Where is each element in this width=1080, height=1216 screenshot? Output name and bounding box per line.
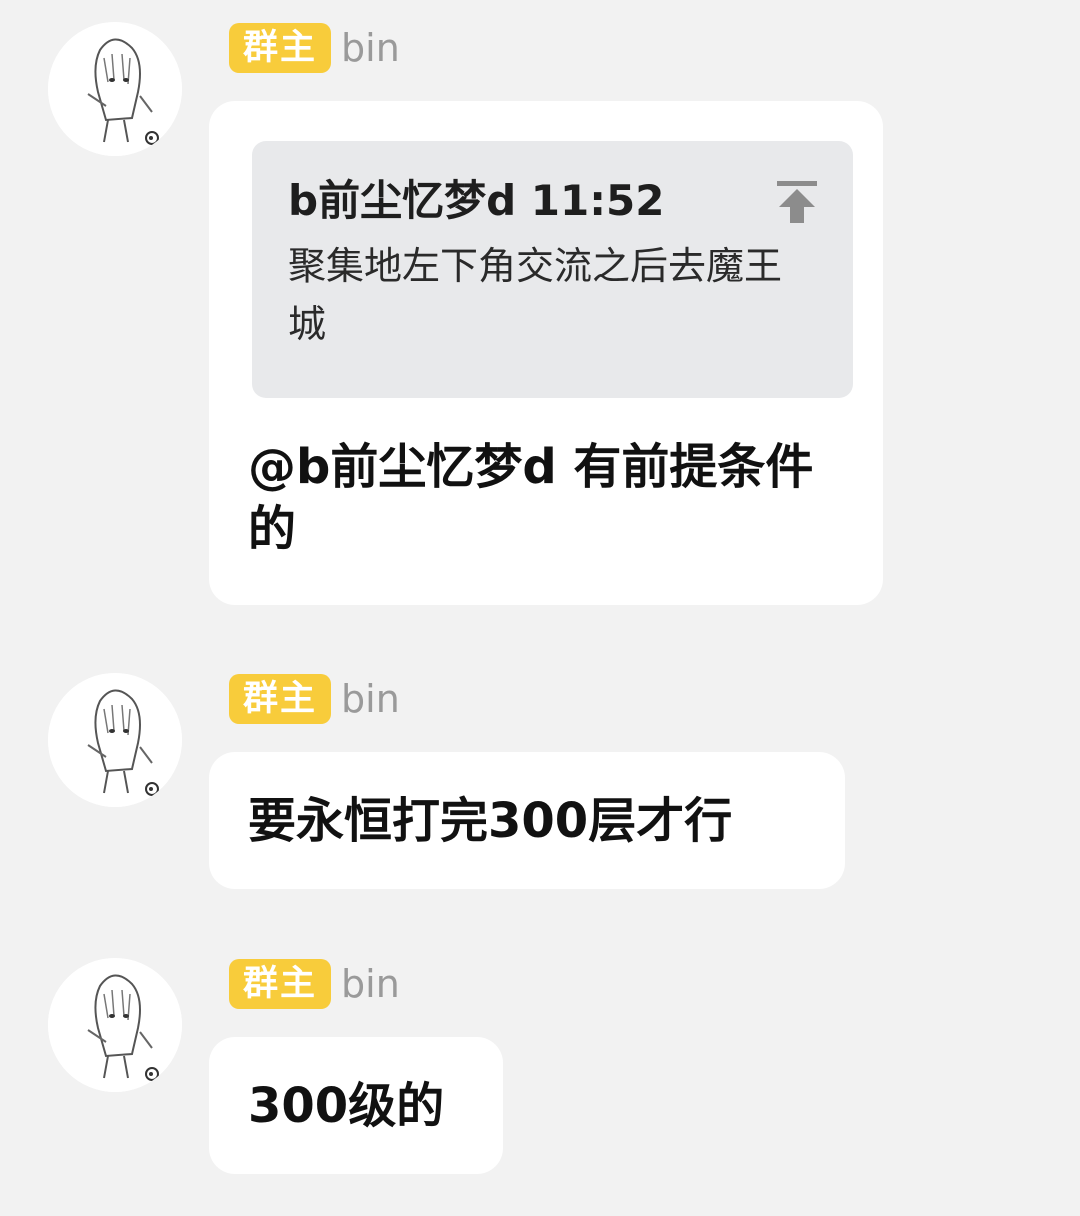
quote-time: 11:52 [530, 176, 665, 225]
avatar[interactable] [48, 22, 182, 156]
role-badge: 群主 [229, 959, 332, 1009]
message-text: 要永恒打完300层才行 [248, 793, 733, 849]
role-badge: 群主 [229, 23, 332, 73]
sender-row: 群主 bin [229, 958, 400, 1010]
message-bubble[interactable]: 300级的 [209, 1037, 503, 1174]
message-bubble[interactable]: b前尘忆梦d 11:52 聚集地左下角交流之后去魔王城 @b前尘忆梦d 有前提条… [209, 101, 883, 605]
jump-to-top-icon[interactable] [775, 179, 819, 225]
sender-row: 群主 bin [229, 673, 400, 725]
anime-girl-avatar-icon [48, 958, 182, 1092]
sender-name[interactable]: bin [341, 677, 400, 721]
quote-author: b前尘忆梦d [288, 176, 517, 225]
quoted-message[interactable]: b前尘忆梦d 11:52 聚集地左下角交流之后去魔王城 [252, 141, 853, 398]
sender-name[interactable]: bin [341, 26, 400, 70]
anime-girl-avatar-icon [48, 22, 182, 156]
anime-girl-avatar-icon [48, 673, 182, 807]
avatar[interactable] [48, 958, 182, 1092]
message-text: 300级的 [248, 1078, 445, 1134]
message-bubble[interactable]: 要永恒打完300层才行 [209, 752, 845, 889]
sender-name[interactable]: bin [341, 962, 400, 1006]
role-badge: 群主 [229, 674, 332, 724]
avatar[interactable] [48, 673, 182, 807]
sender-row: 群主 bin [229, 22, 400, 74]
message-text: @b前尘忆梦d 有前提条件的 [248, 439, 814, 557]
quote-text: 聚集地左下角交流之后去魔王城 [288, 244, 783, 346]
quote-header: b前尘忆梦d 11:52 [288, 175, 817, 227]
